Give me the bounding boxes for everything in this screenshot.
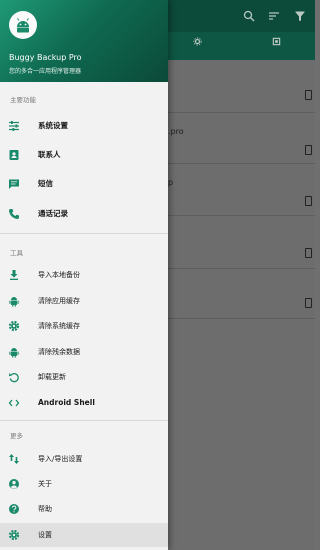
drawer-item-clear-residual-data[interactable]: 清除残余数据 (0, 340, 168, 364)
background-divider (168, 318, 315, 319)
drawer-item-uninstall-updates[interactable]: 卸载更新 (0, 365, 168, 389)
drawer-item-about[interactable]: 关于 (0, 472, 168, 496)
drawer-item-label: 清除残余数据 (38, 348, 80, 356)
drawer-item-label: Android Shell (38, 398, 95, 407)
drawer-item-label: 联系人 (38, 150, 61, 159)
phone-device-icon (305, 298, 312, 308)
drawer-item-label: 导入/导出设置 (38, 455, 83, 463)
phone-icon (8, 208, 20, 220)
navigation-drawer: Buggy Backup Pro 您的多合一应用程序管理器 主要功能 系统设置 … (0, 0, 168, 550)
app-logo (9, 11, 37, 39)
background-divider (168, 112, 315, 113)
search-icon[interactable] (243, 10, 255, 22)
drawer-item-label: 卸载更新 (38, 373, 66, 381)
drawer-item-call-log[interactable]: 通话记录 (0, 202, 168, 226)
android-icon (17, 18, 29, 33)
drawer-item-label: 关于 (38, 480, 52, 488)
phone-device-icon (305, 90, 312, 100)
restore-icon (8, 371, 20, 383)
drawer-item-label: 清除系统缓存 (38, 322, 80, 330)
android-icon (8, 346, 20, 358)
background-row-text: p (168, 178, 174, 187)
phone-device-icon (305, 145, 312, 155)
app-subtitle: 您的多合一应用程序管理器 (9, 68, 82, 75)
drawer-item-sms[interactable]: 短信 (0, 172, 168, 196)
download-icon (8, 269, 20, 281)
drawer-header: Buggy Backup Pro 您的多合一应用程序管理器 (0, 0, 168, 82)
contacts-icon (8, 149, 20, 161)
account-circle-icon (8, 478, 20, 490)
settings-icon (8, 529, 20, 541)
drawer-item-clear-system-cache[interactable]: 清除系统缓存 (0, 314, 168, 338)
app-name: Buggy Backup Pro (9, 53, 82, 62)
phone-device-icon (305, 248, 312, 258)
drawer-item-label: 通话记录 (38, 209, 68, 218)
gear-icon (8, 320, 20, 332)
drawer-item-label: 清除应用缓存 (38, 297, 80, 305)
help-icon (8, 503, 20, 515)
code-icon (8, 397, 20, 409)
drawer-item-settings[interactable]: 设置 (0, 523, 168, 547)
drawer-item-help[interactable]: 帮助 (0, 497, 168, 521)
swap-vertical-icon (8, 453, 20, 465)
sort-icon[interactable] (268, 10, 280, 22)
message-icon (8, 178, 20, 190)
drawer-item-import-local-backup[interactable]: 导入本地备份 (0, 263, 168, 287)
drawer-item-label: 系统设置 (38, 121, 68, 130)
tab-box-icon[interactable] (272, 37, 281, 46)
background-divider (168, 215, 315, 216)
section-header-tools: 工具 (10, 249, 23, 257)
android-icon (8, 295, 20, 307)
section-header-main: 主要功能 (10, 96, 36, 104)
background-row-text: .pro (168, 127, 184, 136)
drawer-item-import-export-settings[interactable]: 导入/导出设置 (0, 447, 168, 471)
drawer-item-label: 设置 (38, 531, 52, 539)
drawer-item-label: 导入本地备份 (38, 271, 80, 279)
section-header-more: 更多 (10, 432, 23, 440)
tab-gear-icon[interactable] (193, 37, 202, 46)
drawer-divider (0, 420, 168, 421)
drawer-item-clear-app-cache[interactable]: 清除应用缓存 (0, 289, 168, 313)
drawer-item-system-settings[interactable]: 系统设置 (0, 114, 168, 138)
sliders-icon (8, 120, 20, 132)
filter-icon[interactable] (294, 10, 306, 22)
drawer-item-label: 短信 (38, 179, 53, 188)
drawer-item-label: 帮助 (38, 505, 52, 513)
background-divider (168, 268, 315, 269)
drawer-divider (0, 233, 168, 234)
phone-device-icon (305, 196, 312, 206)
drawer-item-android-shell[interactable]: Android Shell (0, 391, 168, 415)
drawer-item-contacts[interactable]: 联系人 (0, 143, 168, 167)
background-divider (168, 163, 315, 164)
